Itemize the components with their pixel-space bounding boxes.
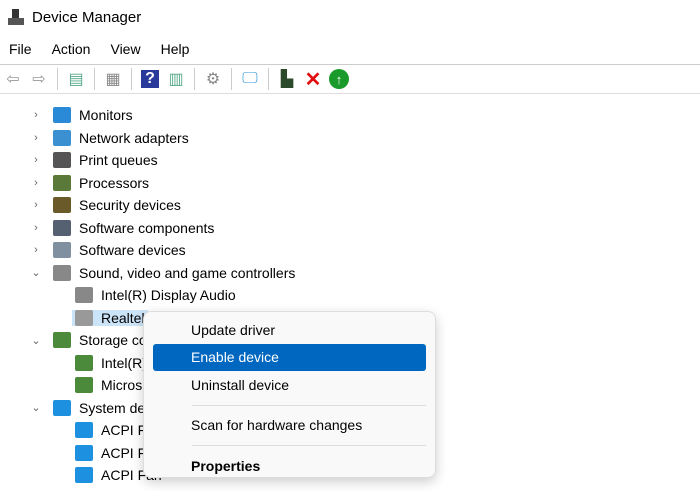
chevron-down-icon[interactable]: ⌄ (30, 266, 42, 279)
device-icon (53, 219, 71, 236)
device-icon (53, 152, 71, 169)
tree-item-label: Intel(R) (101, 354, 147, 371)
context-menu: Update driver Enable device Uninstall de… (143, 311, 436, 478)
device-icon (53, 174, 71, 191)
menu-view[interactable]: View (110, 41, 140, 57)
title-bar: Device Manager (0, 0, 700, 34)
menu-divider (192, 404, 426, 406)
window-title: Device Manager (32, 8, 142, 26)
tree-item-content: Print queues (50, 152, 161, 169)
tree-item-content: Realtel (72, 309, 148, 326)
menu-bar: File Action View Help (0, 34, 700, 64)
tree-item-label: Intel(R) Display Audio (101, 287, 236, 304)
tree-item-content: Storage co (50, 332, 150, 349)
tree-item[interactable]: › Print queues (0, 149, 700, 172)
tree-item-content: Software components (50, 219, 217, 236)
tree-item[interactable]: › Security devices (0, 194, 700, 217)
device-icon (53, 242, 71, 259)
tree-item-label: Security devices (79, 197, 181, 214)
divider (94, 68, 95, 90)
tree-item-label: Processors (79, 174, 150, 191)
download-icon[interactable]: ↑ (328, 68, 350, 90)
scan-hardware-icon[interactable]: 🖵 (239, 68, 261, 90)
device-icon (53, 332, 71, 349)
divider (131, 68, 132, 90)
tree-item-content: Processors (50, 174, 152, 191)
menu-item-properties[interactable]: Properties (153, 452, 426, 480)
update-driver-icon[interactable]: ⚙ (202, 68, 224, 90)
chevron-down-icon[interactable]: ⌄ (30, 334, 42, 347)
tree-item-content: Network adapters (50, 129, 192, 146)
tree-item-label: Print queues (79, 152, 158, 169)
tree-item-content: Sound, video and game controllers (50, 264, 298, 281)
toolbar: ⇦ ⇨ ▤ ▦ ? ▥ ⚙ 🖵 ▙ ✕ ↑ (0, 64, 700, 94)
action-pane-icon[interactable]: ▥ (165, 68, 187, 90)
chevron-right-icon[interactable]: › (30, 199, 42, 211)
tree-item[interactable]: › Processors (0, 172, 700, 195)
menu-divider (192, 445, 426, 446)
enable-device-icon[interactable]: ▙ (276, 68, 298, 90)
divider (194, 68, 195, 90)
uninstall-icon[interactable]: ✕ (302, 68, 324, 91)
tree-item[interactable]: › Monitors (0, 104, 700, 127)
tree-item-content: Intel(R) Display Audio (72, 287, 239, 304)
device-icon (53, 264, 71, 281)
tree-item[interactable]: › Software components (0, 217, 700, 240)
help-icon[interactable]: ? (139, 68, 161, 90)
tree-item-label: System de (79, 399, 146, 416)
tree-item-label: Software components (79, 219, 215, 236)
back-icon[interactable]: ⇦ (2, 68, 24, 90)
device-icon (75, 287, 93, 304)
tree-item[interactable]: › Software devices (0, 239, 700, 262)
tree-item-label: Realtel (101, 309, 145, 326)
forward-icon[interactable]: ⇨ (28, 68, 50, 90)
tree-item-content: Micros (72, 377, 145, 394)
tree-item-content: Intel(R) (72, 354, 150, 371)
device-icon (53, 107, 71, 124)
device-icon (75, 422, 93, 439)
properties-icon[interactable]: ▦ (102, 68, 124, 90)
menu-help[interactable]: Help (161, 41, 190, 57)
chevron-right-icon[interactable]: › (30, 222, 42, 234)
tree-item-content: System de (50, 399, 148, 416)
tree-item-label: Sound, video and game controllers (79, 264, 296, 281)
chevron-right-icon[interactable]: › (30, 109, 42, 121)
device-icon (75, 467, 93, 484)
device-icon (53, 129, 71, 146)
tree-item-label: Storage co (79, 332, 147, 349)
divider (57, 68, 58, 90)
device-manager-icon (8, 8, 24, 26)
chevron-down-icon[interactable]: ⌄ (30, 401, 42, 414)
menu-file[interactable]: File (9, 41, 32, 57)
show-hide-console-tree-icon[interactable]: ▤ (65, 68, 87, 90)
tree-item[interactable]: › Network adapters (0, 127, 700, 150)
tree-item-content: Security devices (50, 197, 184, 214)
tree-item[interactable]: Intel(R) Display Audio (0, 284, 700, 307)
menu-action[interactable]: Action (52, 41, 91, 57)
tree-item-content: Software devices (50, 242, 189, 259)
device-icon (75, 377, 93, 394)
menu-item-uninstall-device[interactable]: Uninstall device (153, 371, 426, 399)
divider (231, 68, 232, 90)
device-icon (75, 354, 93, 371)
chevron-right-icon[interactable]: › (30, 244, 42, 256)
tree-item-label: Micros (101, 377, 143, 394)
tree-item-label: Network adapters (79, 129, 189, 146)
menu-item-scan-hardware[interactable]: Scan for hardware changes (153, 412, 426, 440)
chevron-right-icon[interactable]: › (30, 177, 42, 189)
divider (268, 68, 269, 90)
tree-item-content: Monitors (50, 107, 136, 124)
menu-item-enable-device[interactable]: Enable device (153, 343, 426, 371)
menu-item-update-driver[interactable]: Update driver (153, 316, 426, 344)
tree-item[interactable]: ⌄ Sound, video and game controllers (0, 262, 700, 285)
device-icon (53, 399, 71, 416)
tree-item-label: Software devices (79, 242, 186, 259)
chevron-right-icon[interactable]: › (30, 154, 42, 166)
device-icon (53, 197, 71, 214)
device-icon (75, 444, 93, 461)
tree-item-label: Monitors (79, 107, 133, 124)
chevron-right-icon[interactable]: › (30, 132, 42, 144)
device-icon (75, 309, 93, 326)
